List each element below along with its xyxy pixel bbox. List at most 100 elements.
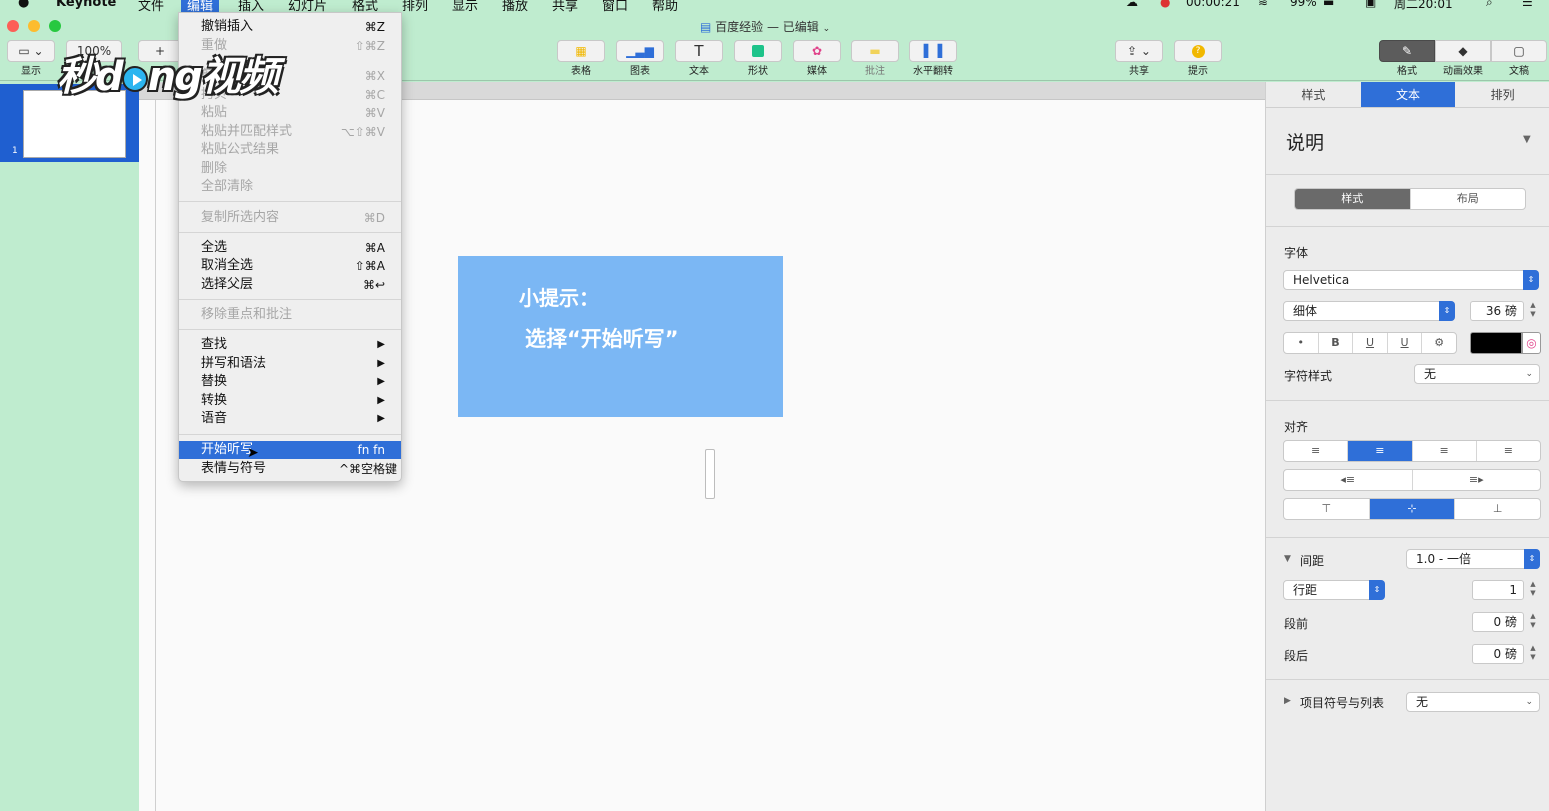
shape-icon [752, 45, 764, 57]
popup-stepper-icon: ⇕ [1523, 270, 1539, 290]
text-button[interactable]: T [675, 40, 723, 62]
align-bottom-icon[interactable]: ⊥ [1455, 499, 1540, 519]
decrease-indent-icon[interactable]: ◂≡ [1284, 470, 1413, 490]
before-paragraph-field[interactable]: 0 磅 [1472, 612, 1524, 632]
menu-item-select-all[interactable]: 全选 ⌘A [179, 239, 401, 257]
clock[interactable]: 周二20:01 [1394, 0, 1453, 12]
paragraph-style-dropdown-icon[interactable]: ▼ [1523, 134, 1531, 145]
animate-button[interactable]: ◆ [1435, 40, 1491, 62]
align-right-icon[interactable]: ≡ [1413, 441, 1477, 461]
chevron-down-icon[interactable]: ⌄ [823, 24, 831, 34]
after-paragraph-stepper-icon[interactable]: ▲ ▼ [1528, 644, 1538, 664]
menu-help[interactable]: 帮助 [652, 0, 678, 12]
menu-item-deselect-all[interactable]: 取消全选 ⇧⌘A [179, 257, 401, 275]
menu-format[interactable]: 格式 [352, 0, 378, 12]
menu-item-start-dictation[interactable]: 开始听写 fn fn [179, 441, 401, 459]
bold-button[interactable]: B [1319, 333, 1354, 353]
chart-icon: ▁▃▆ [626, 44, 654, 58]
battery-icon[interactable]: ▬ [1323, 0, 1334, 9]
align-left-icon[interactable]: ≡ [1284, 441, 1349, 461]
menu-item-substitutions[interactable]: 替换 ▶ [179, 373, 401, 391]
input-method-icon[interactable]: ▣ [1365, 0, 1376, 9]
menu-window[interactable]: 窗口 [602, 0, 628, 12]
comment-button[interactable]: ▬ [851, 40, 899, 62]
spacing-select[interactable]: 1.0 - 一倍 ⇕ [1406, 549, 1540, 569]
document-button[interactable]: ▢ [1491, 40, 1547, 62]
disclosure-open-icon[interactable]: ▼ [1284, 554, 1291, 564]
font-family-select[interactable]: Helvetica ⇕ [1283, 270, 1539, 290]
character-style-select[interactable]: 无 ⌄ [1414, 364, 1540, 384]
slide-text-box[interactable]: 小提示： 选择“开始听写” [458, 256, 783, 417]
flip-button[interactable]: ▌▐ [909, 40, 957, 62]
slide-text-line-1[interactable]: 小提示： [519, 282, 599, 311]
paragraph-style-name[interactable]: 说明 [1286, 128, 1324, 155]
align-middle-icon[interactable]: ⊹ [1369, 499, 1456, 519]
line-spacing-stepper-icon[interactable]: ▲ ▼ [1528, 580, 1538, 600]
bullets-select[interactable]: 无 ⌄ [1406, 692, 1540, 712]
menu-edit[interactable]: 编辑 [181, 0, 220, 12]
minimize-window-button[interactable] [28, 20, 40, 32]
before-paragraph-stepper-icon[interactable]: ▲ ▼ [1528, 612, 1538, 632]
share-button[interactable]: ⇪ ⌄ [1115, 40, 1163, 62]
color-wheel-icon[interactable]: ◎ [1522, 332, 1541, 354]
align-justify-icon[interactable]: ≡ [1477, 441, 1540, 461]
media-button[interactable]: ✿ [793, 40, 841, 62]
menu-item-paste: 粘贴 ⌘V [201, 105, 385, 120]
menu-item-find[interactable]: 查找 ▶ [179, 336, 401, 354]
app-menu[interactable]: Keynote [56, 0, 116, 10]
slide-text-line-2[interactable]: 选择“开始听写” [525, 323, 679, 353]
line-spacing-field[interactable]: 1 [1472, 580, 1524, 600]
disclosure-closed-icon[interactable]: ▶ [1284, 696, 1291, 706]
menu-item-select-parent[interactable]: 选择父层 ⌘↩ [179, 276, 401, 294]
menu-item-undo[interactable]: 撤销插入 ⌘Z [179, 18, 401, 36]
menu-item-speech[interactable]: 语音 ▶ [179, 410, 401, 428]
menu-slide[interactable]: 幻灯片 [288, 0, 327, 12]
after-paragraph-field[interactable]: 0 磅 [1472, 644, 1524, 664]
increase-indent-icon[interactable]: ≡▸ [1413, 470, 1541, 490]
underline-button[interactable]: U [1353, 333, 1388, 353]
align-center-icon[interactable]: ≡ [1348, 441, 1413, 461]
align-top-icon[interactable]: ⊤ [1284, 499, 1370, 519]
line-spacing-select[interactable]: 行距 ⇕ [1283, 580, 1385, 600]
menu-share[interactable]: 共享 [552, 0, 578, 12]
chart-button[interactable]: ▁▃▆ [616, 40, 664, 62]
tab-text[interactable]: 文本 [1360, 82, 1456, 107]
bullet-button[interactable]: • [1284, 333, 1319, 353]
view-button[interactable]: ▭ ⌄ [7, 40, 55, 62]
menu-view[interactable]: 显示 [452, 0, 478, 12]
table-button[interactable]: ▦ [557, 40, 605, 62]
notification-center-icon[interactable]: ☰ [1522, 0, 1533, 9]
spotlight-icon[interactable]: ⌕ [1486, 0, 1493, 10]
zoom-window-button[interactable] [49, 20, 61, 32]
window-title-text: 百度经验 — 已编辑 [715, 20, 819, 34]
menu-insert[interactable]: 插入 [238, 0, 264, 12]
menu-file[interactable]: 文件 [138, 0, 164, 12]
menu-arrange[interactable]: 排列 [402, 0, 428, 12]
slide-edge [155, 100, 156, 811]
font-weight-select[interactable]: 细体 ⇕ [1283, 301, 1455, 321]
tab-style[interactable]: 样式 [1266, 82, 1361, 107]
font-size-stepper-icon[interactable]: ▲ ▼ [1528, 301, 1538, 321]
shape-button[interactable] [734, 40, 782, 62]
text-insertion-box[interactable] [705, 449, 715, 499]
text-color-well[interactable] [1470, 332, 1522, 354]
menu-play[interactable]: 播放 [502, 0, 528, 12]
character-style-label: 字符样式 [1284, 369, 1333, 383]
menu-item-transformations[interactable]: 转换 ▶ [179, 392, 401, 410]
animate-label: 动画效果 [1443, 66, 1483, 77]
tab-arrange[interactable]: 排列 [1455, 82, 1549, 107]
record-icon[interactable]: ● [1160, 0, 1170, 9]
menu-item-spelling-grammar[interactable]: 拼写和语法 ▶ [179, 355, 401, 373]
format-button[interactable]: ✎ [1379, 40, 1435, 62]
subtab-layout[interactable]: 布局 [1411, 189, 1526, 209]
strikethrough-button[interactable]: U [1388, 333, 1423, 353]
font-size-field[interactable]: 36 磅 [1470, 301, 1524, 321]
menu-item-emoji-symbols[interactable]: 表情与符号 ^⌘空格键 [179, 460, 401, 478]
text-options-gear-icon[interactable]: ⚙ [1422, 333, 1456, 353]
apple-menu-icon[interactable]: ● [18, 0, 29, 10]
cloud-icon[interactable]: ☁ [1126, 0, 1138, 9]
close-window-button[interactable] [7, 20, 19, 32]
tips-button[interactable]: ? [1174, 40, 1222, 62]
wifi-icon[interactable]: ≋ [1258, 0, 1268, 9]
subtab-style[interactable]: 样式 [1295, 189, 1411, 209]
